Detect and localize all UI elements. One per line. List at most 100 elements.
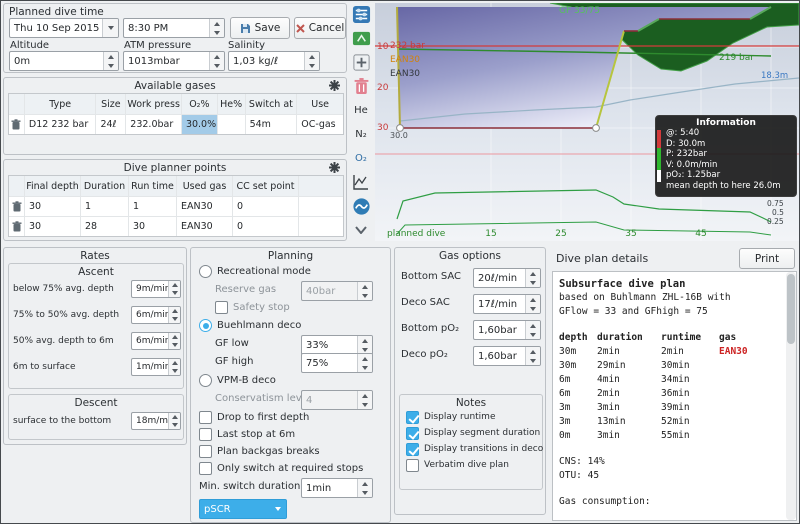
details-scrollbar[interactable] [786,272,796,520]
point-ccsp-cell[interactable]: 0 [233,197,299,216]
safety-stop-checkbox[interactable] [215,301,228,314]
drop-to-first-depth-checkbox[interactable] [199,411,212,424]
display-transitions-checkbox[interactable] [406,443,419,456]
backgas-breaks-checkbox[interactable] [199,445,212,458]
ascent-rate-2-input[interactable]: 6m/min [131,306,181,324]
spinner-arrows[interactable] [357,336,372,354]
vpmb-deco-radio[interactable] [199,374,212,387]
point-duration-cell[interactable]: 1 [81,197,129,216]
subsurface-logo-icon[interactable] [350,195,372,217]
spinner-arrows[interactable] [357,282,372,300]
display-runtime-checkbox[interactable] [406,411,419,424]
buehlmann-deco-radio[interactable] [199,319,212,332]
last-stop-6m-checkbox[interactable] [199,428,212,441]
gases-col-workpress[interactable]: Work press [126,94,182,114]
gases-col-o2[interactable]: O₂% [182,94,218,114]
spinner-arrows[interactable] [525,321,540,339]
waypoint-handle[interactable] [592,124,600,132]
deco-po2-input[interactable]: 1,60bar [473,346,541,366]
gases-col-type[interactable]: Type [25,94,97,114]
point-gas-cell[interactable]: EAN30 [177,217,233,236]
spinner-arrows[interactable] [168,333,180,349]
restore-zoom-button[interactable] [350,51,372,73]
gas-use-cell[interactable]: OC-gas [297,115,343,134]
only-switch-required-checkbox[interactable] [199,462,212,475]
delete-gas-button[interactable] [9,115,25,134]
dive-mode-select[interactable]: pSCR [199,499,287,519]
recreational-mode-radio[interactable] [199,265,212,278]
gas-o2-cell[interactable]: 30.0% [181,115,218,134]
scrollbar-thumb[interactable] [787,274,795,344]
toggle-o2-button[interactable]: O₂ [350,147,372,169]
display-segment-duration-checkbox[interactable] [406,427,419,440]
dive-time-input[interactable]: 8:30 PM [123,18,225,38]
point-ccsp-cell[interactable]: 0 [233,217,299,236]
gases-col-use[interactable]: Use [297,94,343,114]
profile-settings-button[interactable] [350,3,372,25]
spinner-arrows[interactable] [103,52,118,70]
spinner-arrows[interactable] [168,307,180,323]
gases-col-size[interactable]: Size [96,94,127,114]
ascent-rate-4-input[interactable]: 1m/min [131,358,181,376]
min-switch-duration-input[interactable]: 1min [301,478,373,498]
tissue-graph-button[interactable] [350,171,372,193]
spinner-arrows[interactable] [525,295,540,313]
gas-type-cell[interactable]: D12 232 bar [25,115,97,134]
points-col-gas[interactable]: Used gas [177,176,233,196]
altitude-input[interactable]: 0m [9,51,119,71]
gases-col-he[interactable]: He% [218,94,246,114]
gas-switchat-cell[interactable]: 54m [246,115,298,134]
add-waypoint-button[interactable] [329,162,340,176]
verbatim-plan-checkbox[interactable] [406,459,419,472]
point-depth-cell[interactable]: 30 [25,197,81,216]
gas-workpress-cell[interactable]: 232.0bar [126,115,182,134]
gf-high-input[interactable]: 75% [301,353,373,373]
conservatism-input[interactable]: 4 [301,390,373,410]
gases-col-switchat[interactable]: Switch at [246,94,298,114]
point-runtime-cell[interactable]: 1 [129,197,177,216]
spinner-arrows[interactable] [168,413,180,429]
spinner-arrows[interactable] [357,479,372,497]
salinity-input[interactable]: 1,03 kg/ℓ [228,51,320,71]
gas-he-cell[interactable] [218,115,246,134]
scroll-down-button[interactable] [350,219,372,241]
points-col-depth[interactable]: Final depth [25,176,81,196]
spinner-arrows[interactable] [304,52,319,70]
point-gas-cell[interactable]: EAN30 [177,197,233,216]
save-button[interactable]: Save [230,17,290,39]
ascent-rate-3-input[interactable]: 6m/min [131,332,181,350]
gas-size-cell[interactable]: 24ℓ [96,115,127,134]
point-runtime-cell[interactable]: 30 [129,217,177,236]
spinner-arrows[interactable] [525,347,540,365]
dive-profile-chart[interactable]: GF 33/75 10 232 bar EAN30 EAN30 20 30 30… [375,3,799,241]
print-button[interactable]: Print [739,248,795,269]
point-depth-cell[interactable]: 30 [25,217,81,236]
dive-date-select[interactable]: Thu 10 Sep 2015 [9,18,119,38]
bottom-sac-input[interactable]: 20ℓ/min [473,268,541,288]
spinner-arrows[interactable] [168,359,180,375]
delete-point-button[interactable] [350,75,372,97]
atm-pressure-input[interactable]: 1013mbar [123,51,225,71]
spinner-arrows[interactable] [209,52,224,70]
gf-low-input[interactable]: 33% [301,335,373,355]
point-duration-cell[interactable]: 28 [81,217,129,236]
scale-toggle-button[interactable] [350,27,372,49]
ascent-rate-1-input[interactable]: 9m/min [131,280,181,298]
points-col-duration[interactable]: Duration [81,176,129,196]
spinner-arrows[interactable] [525,269,540,287]
toggle-n2-button[interactable]: N₂ [350,123,372,145]
points-col-ccsp[interactable]: CC set point [233,176,299,196]
descent-rate-input[interactable]: 18m/min [131,412,181,430]
delete-waypoint-button[interactable] [9,197,25,216]
spinner-arrows[interactable] [357,391,372,409]
bottom-po2-input[interactable]: 1,60bar [473,320,541,340]
add-gas-button[interactable] [329,80,340,94]
toggle-he-button[interactable]: He [350,99,372,121]
spinner-arrows[interactable] [209,19,224,37]
deco-sac-input[interactable]: 17ℓ/min [473,294,541,314]
reserve-gas-input[interactable]: 40bar [301,281,373,301]
delete-waypoint-button[interactable] [9,217,25,236]
spinner-arrows[interactable] [357,354,372,372]
points-col-runtime[interactable]: Run time [129,176,177,196]
cancel-button[interactable]: Cancel [294,17,346,39]
